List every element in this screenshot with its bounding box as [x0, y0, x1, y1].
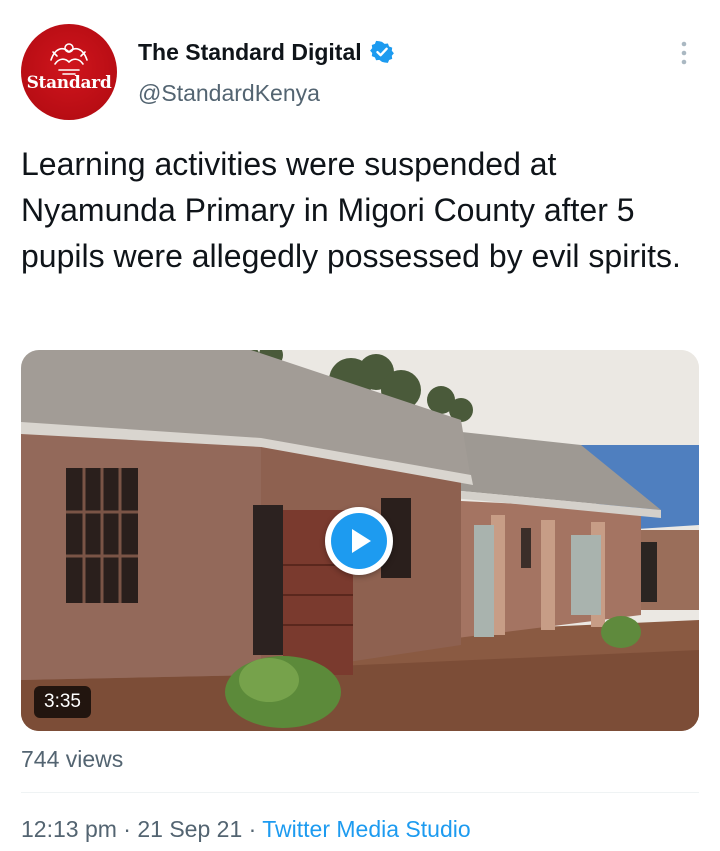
crest-icon: [50, 43, 88, 75]
display-name[interactable]: The Standard Digital: [138, 39, 362, 66]
video-player[interactable]: 3:35: [21, 350, 699, 731]
play-button[interactable]: [325, 507, 393, 575]
avatar[interactable]: Standard: [21, 24, 117, 120]
account-name-row[interactable]: The Standard Digital: [138, 36, 394, 68]
avatar-logo-text: Standard: [26, 73, 112, 93]
video-duration-badge: 3:35: [34, 686, 91, 718]
verified-badge-icon: [369, 40, 394, 63]
more-options-icon[interactable]: [676, 40, 692, 66]
tweet-date[interactable]: 21 Sep 21: [137, 816, 242, 842]
view-count: 744 views: [21, 746, 124, 772]
play-button-inner[interactable]: [331, 513, 387, 569]
divider: [21, 792, 699, 793]
play-icon: [352, 529, 371, 553]
tweet-source-link[interactable]: Twitter Media Studio: [262, 816, 470, 842]
tweet-time[interactable]: 12:13 pm: [21, 816, 117, 842]
meta-separator: ·: [242, 816, 263, 842]
meta-separator: ·: [116, 816, 138, 842]
tweet-card: Standard The Standard Digital @StandardK…: [0, 0, 720, 851]
account-handle[interactable]: @StandardKenya: [138, 80, 320, 107]
tweet-text: Learning activities were suspended at Ny…: [21, 146, 681, 274]
tweet-meta: 12:13 pm · 21 Sep 21 · Twitter Media Stu…: [21, 816, 471, 843]
